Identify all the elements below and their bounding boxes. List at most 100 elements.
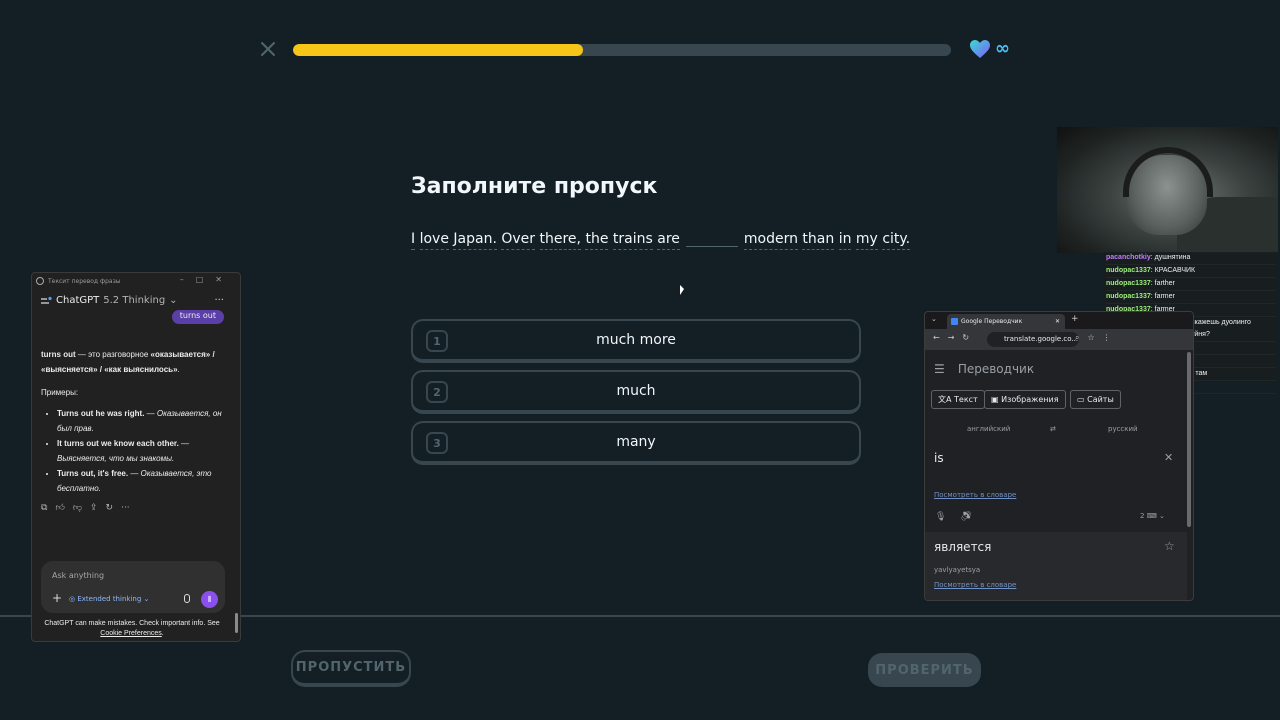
browser-tab[interactable]: Google Переводчик ✕ [947,314,1065,329]
chat-username[interactable]: pacanchotkiy [1106,254,1151,261]
copy-icon[interactable]: ⧉ [41,503,47,513]
sentence-word[interactable]: my [855,231,878,250]
chat-text: : душнятина [1150,254,1191,261]
sentence-word[interactable]: I [411,231,416,250]
mode-images-chip[interactable]: ▣ Изображения [984,390,1066,409]
sentence-word[interactable]: modern [743,231,798,250]
sentence-word[interactable]: trains [612,231,653,250]
address-bar[interactable]: translate.google.co... [987,332,1079,347]
sentence-word[interactable]: Over [501,231,536,250]
share-icon[interactable]: ⇪ [90,503,98,513]
sentence-after: modern than in my city. [743,231,911,250]
examples-label: Примеры: [41,388,79,397]
heart-icon [970,40,990,58]
dictionary-link-2[interactable]: Посмотреть в словаре [934,581,1016,589]
disclaimer-text: ChatGPT can make mistakes. Check importa… [44,620,220,627]
more-icon[interactable]: ··· [121,503,130,513]
source-language[interactable]: английский [967,425,1010,433]
sidebar-toggle-icon[interactable] [40,296,52,306]
disclaimer: ChatGPT can make mistakes. Check importa… [44,620,220,637]
sentence-before: I love Japan. Over there, the trains are [411,231,680,250]
nav-buttons[interactable]: ←→↻ [933,333,977,342]
sentence-word[interactable]: love [419,231,449,250]
sentence-word[interactable]: Japan. [453,231,497,250]
challenge-sentence: I love Japan. Over there, the trains are… [411,229,911,250]
tab-search-icon[interactable]: ⌄ [931,315,937,323]
chat-username[interactable]: nudopac1337 [1106,293,1151,300]
regenerate-icon[interactable]: ↻ [106,503,114,513]
scrollbar[interactable] [1187,352,1191,527]
toolbar-icons[interactable]: ⌕☆⋮ [1075,333,1119,343]
option-3[interactable]: 3 many [411,421,861,465]
chat-composer[interactable]: Ask anything + ◎ Extended thinking ⌄ ⦀ [41,561,225,613]
add-attachment-icon[interactable]: + [52,591,62,605]
char-counter: 2 ⌨ ⌄ [1140,512,1165,520]
sentence-word[interactable]: there, [539,231,581,250]
url-text: translate.google.co... [1004,335,1079,343]
transliteration: yavlyayetsya [934,566,981,574]
webcam-feed [1057,127,1278,253]
source-text-input[interactable]: is [934,451,944,465]
option-label: many [616,434,656,450]
chat-username[interactable]: nudopac1337 [1106,280,1151,287]
check-button[interactable]: ПРОВЕРИТЬ [868,653,981,687]
browser-tabbar: ⌄ Google Переводчик ✕ + [925,312,1193,329]
scrollbar[interactable] [235,613,238,633]
chat-input[interactable]: Ask anything [52,571,104,580]
option-2[interactable]: 2 much [411,370,861,414]
app-name: Переводчик [957,362,1035,376]
sentence-word[interactable]: city. [882,231,911,250]
chatgpt-titlebar: Тексит перевод фразы –□✕ [32,273,240,289]
chat-message: nudopac1337: farther [1106,278,1276,291]
close-icon[interactable] [259,40,277,58]
thumbs-down-icon[interactable]: 👎︎ [73,503,82,513]
source-tools[interactable]: 🎙︎🔊︎ [935,512,986,522]
thumbs-up-icon[interactable]: 👍︎ [55,503,64,513]
clear-text-icon[interactable]: ✕ [1164,451,1173,464]
google-translate-icon [951,318,958,325]
translate-window: ⌄ Google Переводчик ✕ + ←→↻ translate.go… [924,311,1194,601]
mode-text-chip[interactable]: 文A Текст [931,390,985,409]
chatgpt-app-icon [36,277,44,285]
option-1[interactable]: 1 much more [411,319,861,363]
sentence-word[interactable]: in [838,231,852,250]
model-version: 5.2 Thinking [103,295,166,306]
message-actions: ⧉ 👍︎ 👎︎ ⇪ ↻ ··· [41,503,130,513]
headphones-icon [1123,147,1213,197]
tab-title: Google Переводчик [961,318,1023,325]
chat-text: : farther [1150,280,1175,287]
window-controls[interactable]: –□✕ [180,275,234,284]
menu-icon[interactable]: ☰ [934,362,945,376]
skip-button[interactable]: ПРОПУСТИТЬ [291,650,411,687]
cookie-preferences-link[interactable]: Cookie Preferences [100,630,161,637]
swap-languages-icon[interactable]: ⇄ [1050,425,1056,433]
chat-username[interactable]: nudopac1337 [1106,267,1151,274]
mode-sites-chip[interactable]: ▭ Сайты [1070,390,1121,409]
extended-thinking-toggle[interactable]: ◎ Extended thinking ⌄ [69,595,149,603]
target-language[interactable]: русский [1108,425,1138,433]
answer-term: turns out [41,350,76,359]
voice-mode-button[interactable]: ⦀ [201,591,218,608]
chip-label: Текст [954,395,978,404]
microphone-icon[interactable] [184,594,190,603]
option-label: much more [596,332,676,348]
sentence-word[interactable]: are [657,231,680,250]
more-options-icon[interactable]: ··· [214,295,224,306]
chatgpt-window-title: Тексит перевод фразы [48,277,121,285]
answer-rest: — это разговорное [75,350,151,359]
chatgpt-window: Тексит перевод фразы –□✕ ChatGPT 5.2 Thi… [31,272,241,642]
model-name: ChatGPT [56,295,100,306]
translation-result: является [934,540,992,554]
close-tab-icon[interactable]: ✕ [1055,314,1060,329]
chatgpt-model-selector[interactable]: ChatGPT 5.2 Thinking ⌄ [40,295,178,306]
sentence-word[interactable]: the [585,231,609,250]
list-item: Turns out, it's free. — Оказывается, это… [57,466,227,496]
star-icon[interactable]: ☆ [1164,539,1175,553]
sentence-word[interactable]: than [802,231,835,250]
chevron-down-icon: ⌄ [169,295,178,306]
dictionary-link[interactable]: Посмотреть в словаре [934,491,1016,499]
list-item: It turns out we know each other. — Выясн… [57,436,227,466]
chat-message: pacanchotkiy: душнятина [1106,252,1276,265]
answer-paragraph: turns out — это разговорное «оказывается… [41,350,215,374]
new-tab-icon[interactable]: + [1071,314,1079,324]
